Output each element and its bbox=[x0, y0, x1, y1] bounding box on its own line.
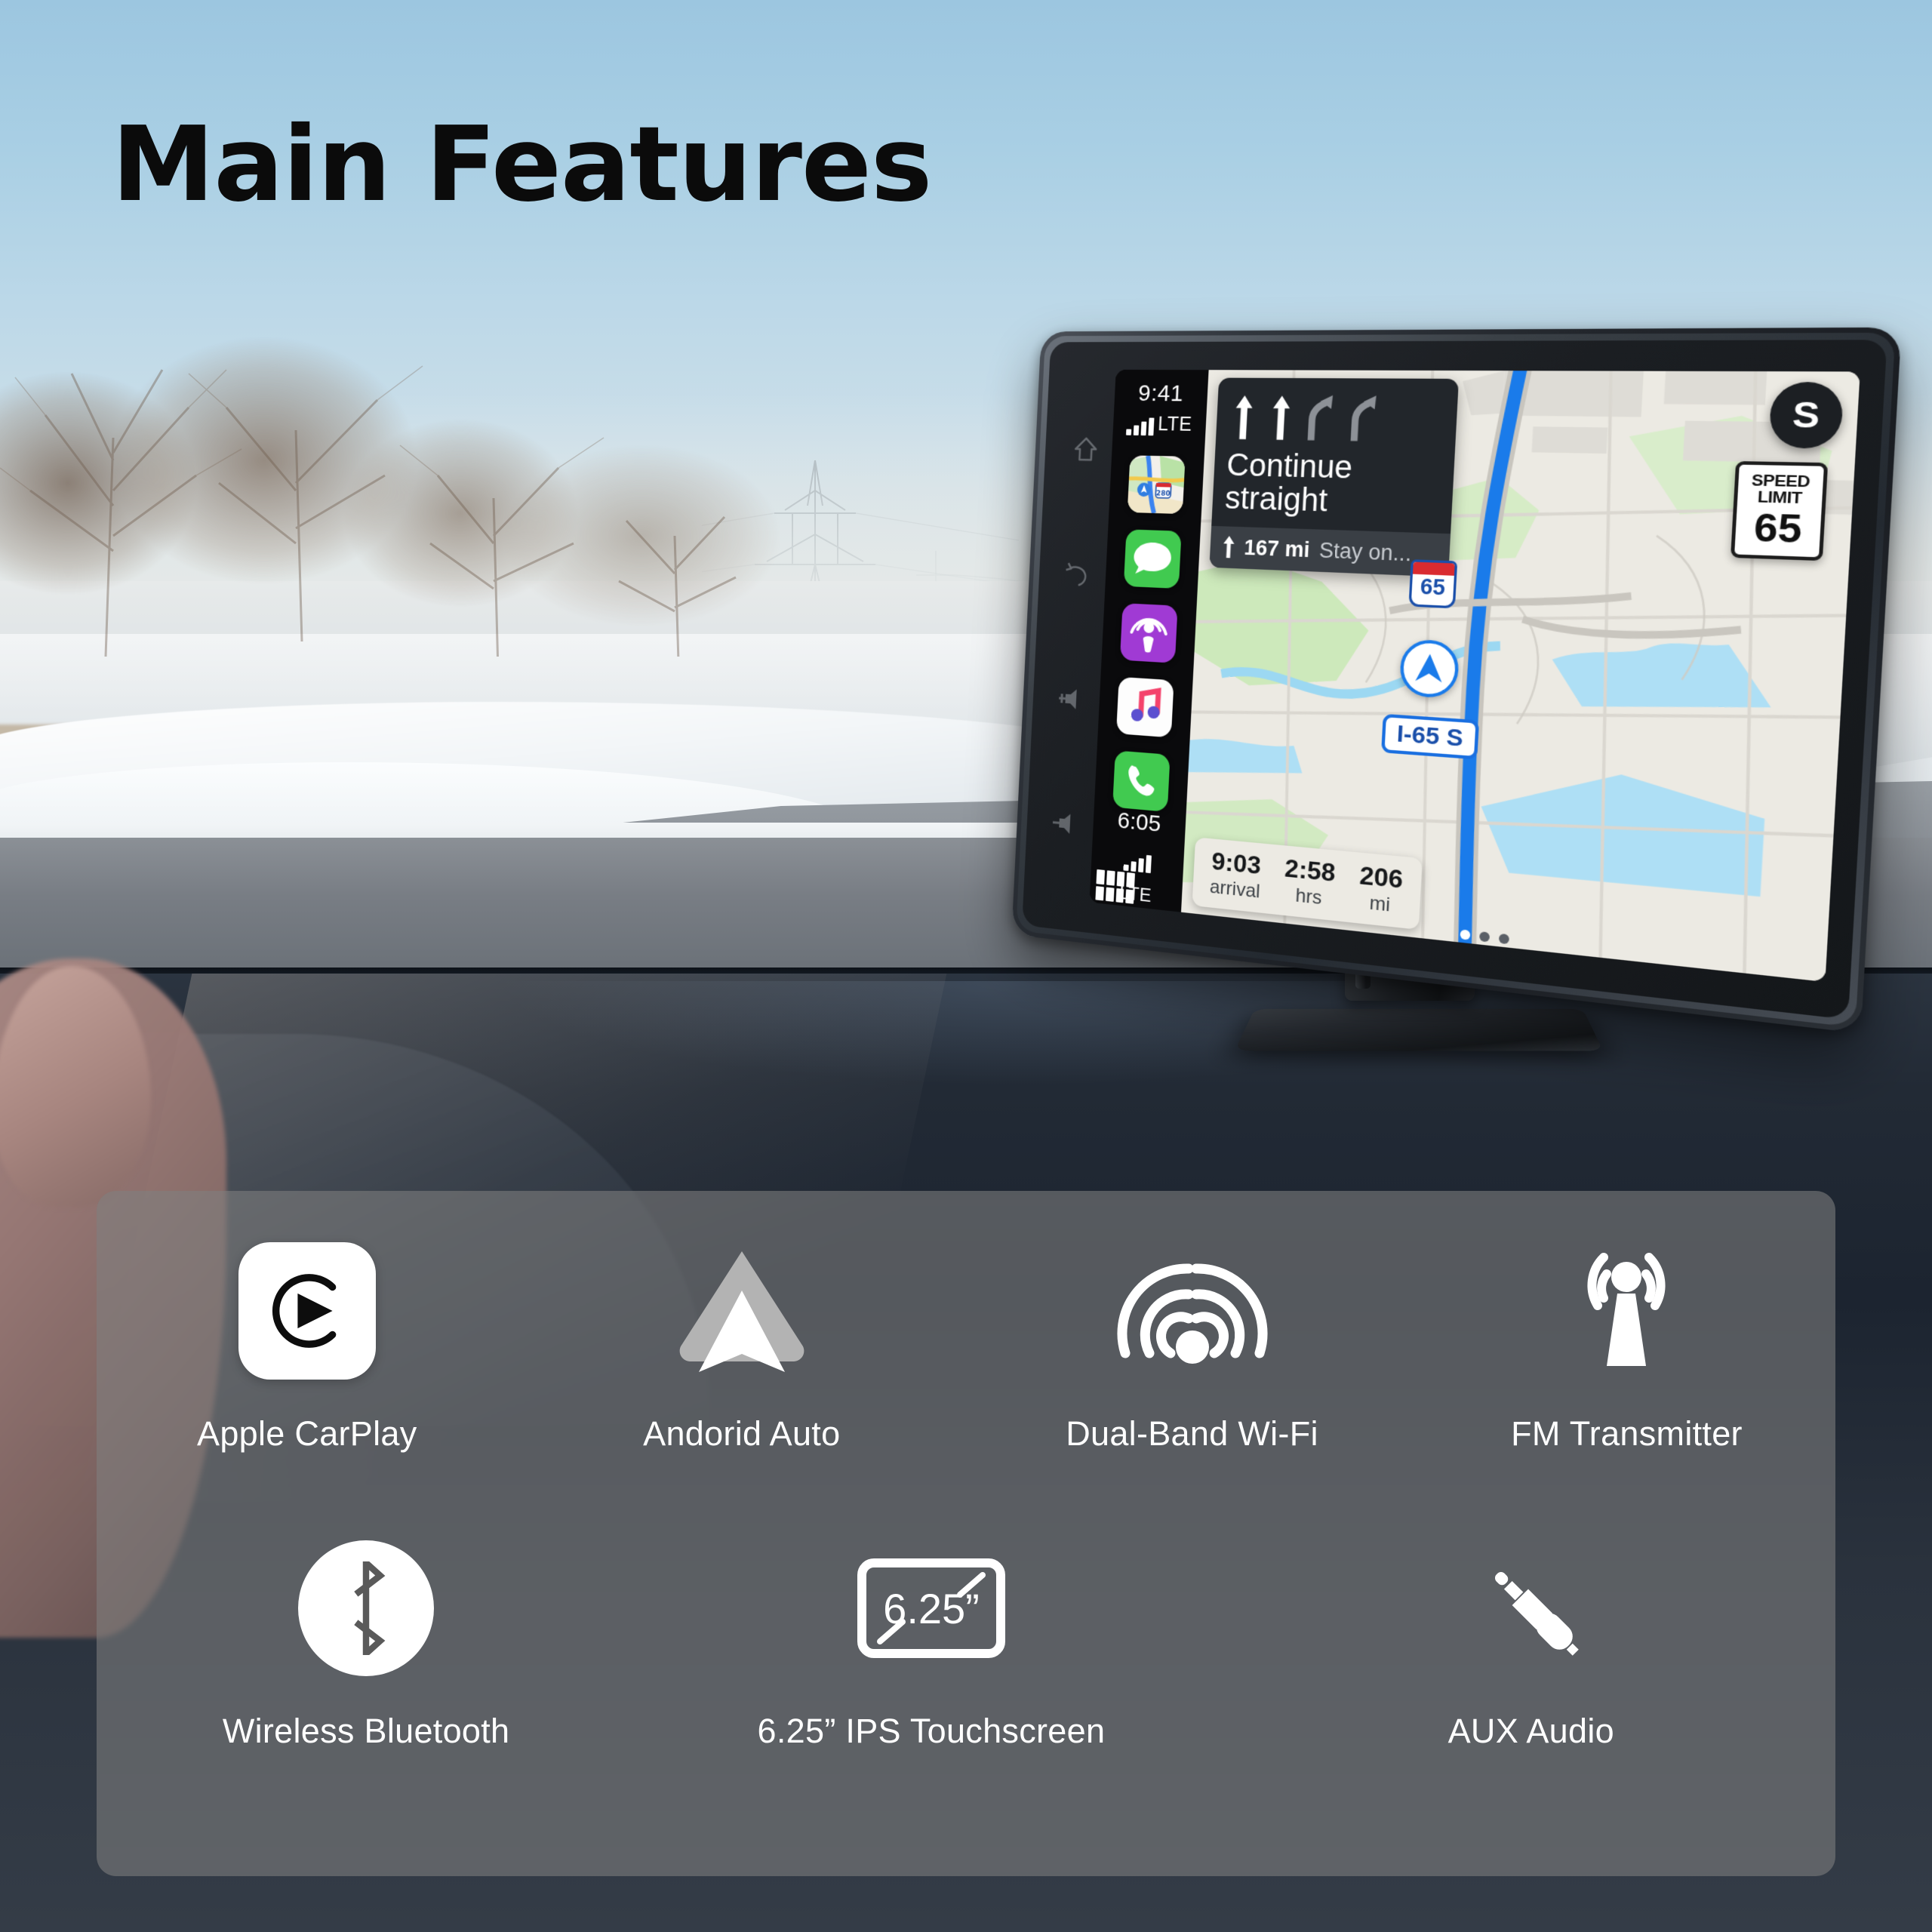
speed-limit-label-2: LIMIT bbox=[1757, 488, 1803, 508]
page-dot-2[interactable] bbox=[1479, 931, 1491, 943]
features-panel: Apple CarPlay Andorid Auto Dual-Band Wi-… bbox=[97, 1191, 1835, 1876]
volume-down-icon[interactable] bbox=[1052, 808, 1082, 841]
lane-arrow-slight-right-1 bbox=[1307, 392, 1335, 442]
navigation-arrow-icon bbox=[1415, 653, 1444, 683]
feature-label: AUX Audio bbox=[1447, 1712, 1614, 1750]
turn-instruction-card: Continue straight 167 mi Stay on... bbox=[1209, 377, 1460, 577]
signal-bars-icon-2 bbox=[1122, 853, 1152, 874]
page-title: Main Features bbox=[112, 105, 932, 225]
feature-fm-transmitter: FM Transmitter bbox=[1418, 1239, 1835, 1454]
status-signal: LTE bbox=[1126, 411, 1192, 436]
feature-android-auto: Andorid Auto bbox=[518, 1239, 966, 1454]
apple-carplay-icon bbox=[238, 1239, 376, 1383]
podcasts-icon[interactable] bbox=[1119, 603, 1178, 663]
lane-arrow-slight-right-2 bbox=[1350, 393, 1379, 444]
carplay-app-list: 280 bbox=[1112, 455, 1186, 812]
feature-label: Andorid Auto bbox=[643, 1414, 841, 1453]
volume-up-icon[interactable] bbox=[1058, 683, 1088, 715]
eta-distance-value: 206 bbox=[1358, 860, 1404, 894]
maps-icon[interactable]: 280 bbox=[1127, 455, 1186, 515]
feature-wireless-bluetooth: Wireless Bluetooth bbox=[97, 1537, 635, 1751]
app-grid-button[interactable] bbox=[1095, 869, 1136, 904]
messages-icon[interactable] bbox=[1123, 529, 1182, 589]
eta-item-distance: 206 mi bbox=[1358, 860, 1404, 918]
navigation-map[interactable]: Continue straight 167 mi Stay on... S SP… bbox=[1180, 370, 1860, 983]
turn-instruction: Continue straight bbox=[1224, 448, 1441, 521]
turn-instruction-line1: Continue bbox=[1226, 448, 1354, 486]
svg-text:280: 280 bbox=[1156, 490, 1171, 498]
speed-limit-sign: SPEED LIMIT 65 bbox=[1730, 460, 1829, 561]
feature-label: Apple CarPlay bbox=[197, 1414, 417, 1453]
eta-distance-label: mi bbox=[1368, 892, 1391, 916]
feature-label: Dual-Band Wi-Fi bbox=[1066, 1414, 1318, 1453]
lane-arrow-straight-2 bbox=[1271, 395, 1291, 441]
feature-apple-carplay: Apple CarPlay bbox=[97, 1239, 518, 1454]
aux-audio-icon bbox=[1467, 1537, 1595, 1680]
status-network: LTE bbox=[1157, 413, 1193, 435]
music-icon[interactable] bbox=[1115, 676, 1174, 738]
signal-bars-icon bbox=[1126, 417, 1155, 436]
return-icon[interactable] bbox=[1064, 558, 1094, 590]
bare-tree-branches bbox=[0, 365, 737, 657]
mount-base-plate bbox=[1234, 1008, 1604, 1051]
lane-arrow-straight-1 bbox=[1234, 395, 1254, 440]
feature-label: 6.25” IPS Touchscreen bbox=[757, 1712, 1106, 1750]
fm-transmitter-icon bbox=[1558, 1239, 1694, 1383]
eta-item-arrival: 9:03 arrival bbox=[1209, 847, 1262, 903]
home-icon[interactable] bbox=[1071, 434, 1101, 465]
android-auto-icon bbox=[670, 1239, 814, 1383]
carplay-device: 9:41 LTE 280 6:05 LTE Continue straight … bbox=[1004, 317, 1902, 1057]
page-dot-1[interactable] bbox=[1460, 929, 1471, 940]
feature-label: Wireless Bluetooth bbox=[222, 1712, 510, 1750]
eta-arrival-value: 9:03 bbox=[1211, 847, 1262, 880]
turn-instruction-line2: straight bbox=[1224, 481, 1329, 519]
next-step-street: Stay on... bbox=[1318, 537, 1413, 566]
feature-label: FM Transmitter bbox=[1511, 1414, 1743, 1453]
feature-screen-size: 6.25” 6.25” IPS Touchscreen bbox=[635, 1537, 1226, 1751]
route-name-label: I-65 S bbox=[1381, 713, 1480, 760]
status-time: 9:41 bbox=[1137, 380, 1184, 407]
touchscreen[interactable]: 9:41 LTE 280 6:05 LTE Continue straight … bbox=[1089, 369, 1860, 983]
dual-band-wifi-icon bbox=[1113, 1239, 1272, 1383]
phone-icon[interactable] bbox=[1112, 750, 1171, 812]
page-dot-3[interactable] bbox=[1498, 933, 1510, 945]
speed-limit-value: 65 bbox=[1752, 504, 1804, 552]
eta-item-hours: 2:58 hrs bbox=[1283, 854, 1337, 911]
bluetooth-icon bbox=[298, 1537, 435, 1680]
shield-number: 65 bbox=[1420, 574, 1446, 600]
eta-hours-label: hrs bbox=[1294, 884, 1323, 909]
features-row-2: Wireless Bluetooth 6.25” 6.25” IPS Touch… bbox=[97, 1537, 1835, 1751]
device-face: 9:41 LTE 280 6:05 LTE Continue straight … bbox=[1022, 340, 1887, 1020]
sidebar-signal bbox=[1122, 847, 1152, 874]
lane-guidance-arrows bbox=[1228, 389, 1444, 444]
device-body: 9:41 LTE 280 6:05 LTE Continue straight … bbox=[1011, 327, 1902, 1034]
interstate-shield: 65 bbox=[1408, 559, 1458, 609]
eta-arrival-label: arrival bbox=[1209, 875, 1261, 903]
next-step-arrow-icon bbox=[1223, 536, 1235, 558]
features-row-1: Apple CarPlay Andorid Auto Dual-Band Wi-… bbox=[97, 1239, 1835, 1454]
feature-dual-band-wifi: Dual-Band Wi-Fi bbox=[966, 1239, 1418, 1454]
screen-size-icon: 6.25” bbox=[856, 1537, 1007, 1680]
next-step-distance: 167 mi bbox=[1243, 535, 1311, 562]
feature-aux-audio: AUX Audio bbox=[1227, 1537, 1835, 1751]
eta-hours-value: 2:58 bbox=[1284, 854, 1337, 888]
shield-red-bar bbox=[1412, 561, 1455, 576]
screen-size-text: 6.25” bbox=[883, 1585, 980, 1632]
sidebar-time: 6:05 bbox=[1116, 808, 1162, 838]
